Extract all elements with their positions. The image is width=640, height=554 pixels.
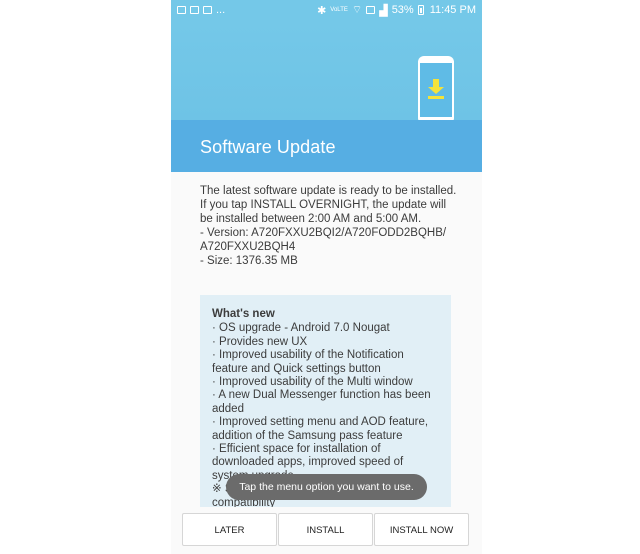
intro-text: The latest software update is ready to b… [200, 185, 457, 225]
later-button[interactable]: LATER [182, 513, 277, 546]
more-notifications: ... [216, 4, 226, 16]
volte-label: VoLTE [330, 7, 348, 13]
whats-new-heading: What's new [212, 308, 275, 320]
list-item: · A new Dual Messenger function has been… [212, 389, 431, 415]
page-title: Software Update [200, 137, 336, 157]
phone-download-icon [418, 56, 454, 124]
version-text: - Version: A720FXXU2BQI2/A720FODD2BQHB/ … [200, 227, 447, 253]
size-text: - Size: 1376.35 MB [200, 255, 298, 267]
toast-message: Tap the menu option you want to use. [226, 474, 427, 500]
app-icon [203, 6, 212, 14]
phone-screen: ... ✱ VoLTE ⌔ ▟ 53% 11:45 PM Software Up… [171, 0, 482, 554]
update-description: The latest software update is ready to b… [200, 184, 460, 268]
status-bar: ... ✱ VoLTE ⌔ ▟ 53% 11:45 PM [171, 0, 482, 20]
wifi-icon: ⌔ [351, 4, 363, 16]
no-sim-icon [366, 6, 376, 14]
list-item: · Provides new UX [212, 335, 308, 348]
title-bar: Software Update [171, 120, 482, 172]
alarm-icon: ✱ [317, 4, 327, 17]
status-left: ... [177, 4, 225, 16]
list-item: · Improved setting menu and AOD feature,… [212, 416, 429, 442]
action-bar: LATER INSTALL OVERNIGHT INSTALL NOW [171, 507, 482, 554]
signal-icon: ▟ [379, 4, 388, 17]
device-screen [420, 63, 452, 117]
install-overnight-button[interactable]: INSTALL OVERNIGHT [278, 513, 373, 546]
header-illustration-area [171, 20, 482, 124]
status-right: ✱ VoLTE ⌔ ▟ 53% 11:45 PM [317, 3, 476, 17]
download-arrow-icon [428, 79, 444, 99]
notification-icon [177, 6, 186, 14]
image-icon [190, 6, 199, 14]
list-item: · Improved usability of the Notification… [212, 349, 404, 375]
battery-icon [417, 5, 424, 15]
list-item: · OS upgrade - Android 7.0 Nougat [212, 322, 390, 335]
battery-percent: 53% [391, 4, 414, 16]
list-item: · Improved usability of the Multi window [212, 376, 413, 389]
install-now-button[interactable]: INSTALL NOW [374, 513, 469, 546]
clock: 11:45 PM [429, 4, 476, 16]
